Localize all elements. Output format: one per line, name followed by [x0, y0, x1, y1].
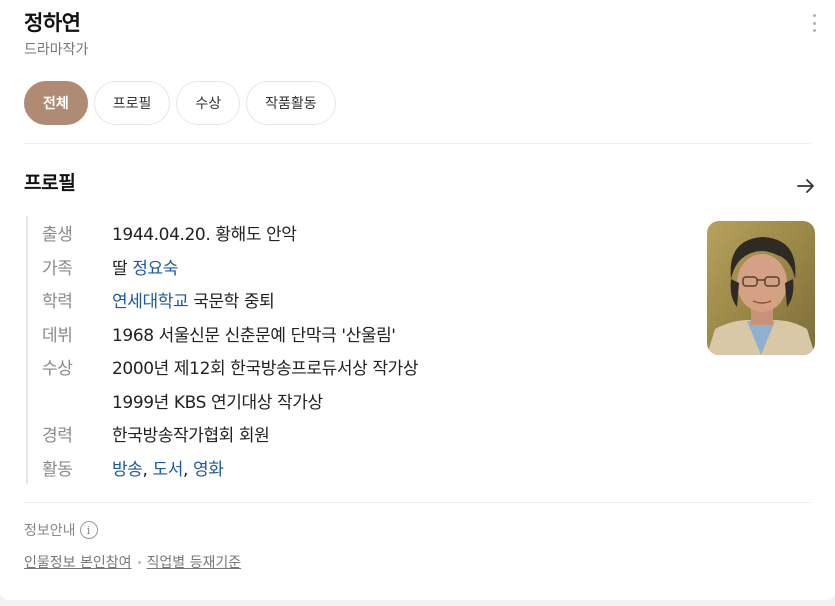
info-value: 딸 정요숙: [112, 254, 178, 279]
tab-profile[interactable]: 프로필: [93, 81, 171, 125]
info-row-family: 가족 딸 정요숙: [42, 250, 418, 284]
info-notice-label: 정보안내: [24, 523, 76, 539]
more-vertical-icon[interactable]: [809, 14, 819, 32]
info-label: 데뷔: [42, 325, 73, 346]
info-value: 1968 서울신문 신춘문예 단막극 '산울림': [112, 325, 396, 346]
info-row-birth: 출생 1944.04.20. 황해도 안악: [42, 216, 418, 250]
info-row-awards-2: 1999년 KBS 연기대상 작가상: [42, 384, 418, 418]
info-value: 1944.04.20. 황해도 안악: [112, 225, 297, 246]
activity-link-film[interactable]: 영화: [193, 460, 224, 480]
tab-awards[interactable]: 수상: [176, 81, 241, 125]
info-label: 학력: [42, 292, 73, 313]
info-row-awards: 수상 2000년 제12회 한국방송프로듀서상 작가상: [42, 350, 419, 384]
footer-links: 인물정보 본인참여 직업별 등재기준: [24, 552, 241, 572]
footer-link-separator: [137, 560, 141, 564]
info-row-career: 경력 한국방송작가협회 회원: [42, 417, 418, 451]
footer-link-registration-criteria[interactable]: 직업별 등재기준: [147, 552, 242, 572]
info-notice[interactable]: 정보안내 i: [24, 520, 241, 540]
profile-card: 정하연 드라마작가 전체 프로필 수상 작품활동 프로필 출생 1944.04.…: [0, 0, 835, 600]
info-value: 한국방송작가협회 회원: [112, 426, 270, 447]
education-detail: 국문학 중퇴: [188, 292, 275, 313]
info-icon[interactable]: i: [79, 521, 98, 539]
info-label: 가족: [42, 258, 73, 279]
info-label: 수상: [42, 359, 73, 380]
divider: [24, 143, 811, 144]
arrow-right-icon[interactable]: [795, 175, 817, 197]
person-occupation: 드라마작가: [24, 42, 89, 58]
info-value: 2000년 제12회 한국방송프로듀서상 작가상: [112, 359, 419, 380]
info-label: 활동: [42, 459, 73, 480]
info-value: 연세대학교 국문학 중퇴: [112, 287, 275, 313]
tab-all[interactable]: 전체: [24, 81, 88, 125]
school-link[interactable]: 연세대학교: [112, 292, 189, 312]
person-name: 정하연: [24, 11, 81, 35]
info-row-education: 학력 연세대학교 국문학 중퇴: [42, 283, 418, 317]
activity-link-broadcast[interactable]: 방송: [112, 460, 143, 480]
info-label: 출생: [42, 225, 73, 246]
tab-bar: 전체 프로필 수상 작품활동: [24, 81, 336, 125]
family-relation: 딸: [112, 258, 133, 279]
header: 정하연 드라마작가: [24, 8, 819, 60]
info-value: 1999년 KBS 연기대상 작가상: [112, 392, 323, 413]
footer: 정보안내 i 인물정보 본인참여 직업별 등재기준: [24, 520, 241, 572]
divider: [24, 502, 811, 503]
info-row-activity: 활동 방송, 도서, 영화: [42, 451, 418, 485]
family-link[interactable]: 정요숙: [132, 259, 178, 279]
profile-info-list: 출생 1944.04.20. 황해도 안악 가족 딸 정요숙 학력 연세대학교 …: [26, 216, 419, 485]
info-row-debut: 데뷔 1968 서울신문 신춘문예 단막극 '산울림': [42, 317, 418, 351]
section-title: 프로필: [24, 172, 76, 194]
activity-separator: ,: [182, 459, 193, 480]
tab-works[interactable]: 작품활동: [246, 81, 336, 125]
activity-separator: ,: [142, 459, 153, 480]
info-label: 경력: [42, 426, 73, 447]
activity-link-books[interactable]: 도서: [153, 460, 184, 480]
footer-link-self-participation[interactable]: 인물정보 본인참여: [24, 552, 132, 572]
profile-photo[interactable]: [707, 221, 815, 355]
info-value: 방송, 도서, 영화: [112, 455, 224, 480]
